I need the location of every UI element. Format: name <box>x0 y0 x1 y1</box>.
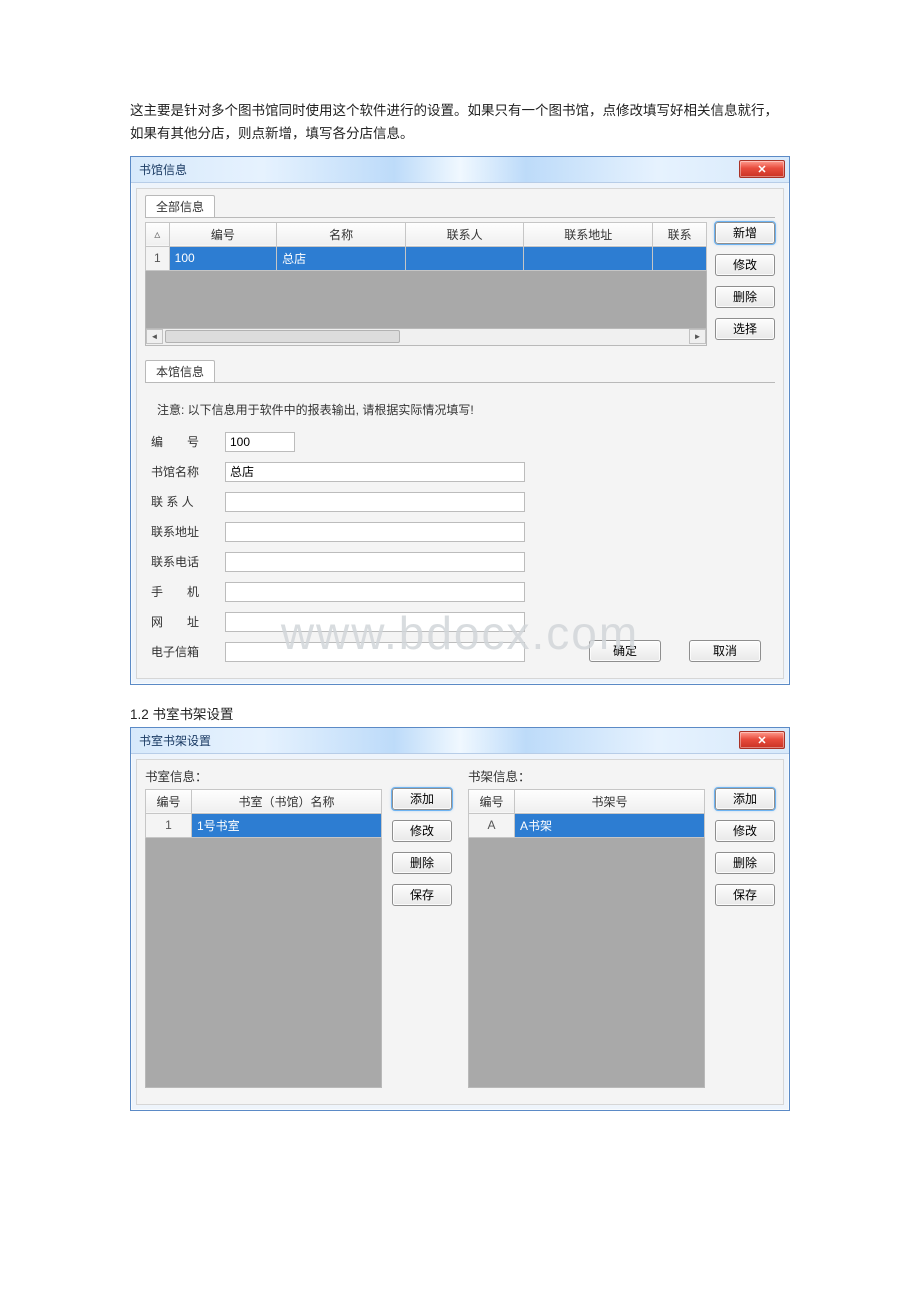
header-shelf-name[interactable]: 书架号 <box>515 789 705 813</box>
table-row[interactable]: A A书架 <box>469 813 705 837</box>
input-url[interactable] <box>225 612 525 632</box>
label-name: 书馆名称 <box>151 463 221 480</box>
shelf-edit-button[interactable]: 修改 <box>715 820 775 842</box>
tab-local-info[interactable]: 本馆信息 <box>145 360 215 382</box>
table-row[interactable]: 1 1号书室 <box>146 813 382 837</box>
cell-address <box>524 246 653 270</box>
header-code[interactable]: 编号 <box>169 222 276 246</box>
room-delete-button[interactable]: 删除 <box>392 852 452 874</box>
window-title: 书馆信息 <box>139 161 187 178</box>
input-contact[interactable] <box>225 492 525 512</box>
row-number: A <box>469 813 515 837</box>
close-icon[interactable]: ✕ <box>739 160 785 178</box>
library-form: 编 号 书馆名称 联 系 人 联系地址 联系电话 手 机 网 址 电子信箱 <box>151 432 775 662</box>
shelf-delete-button[interactable]: 删除 <box>715 852 775 874</box>
room-grid[interactable]: 编号 书室（书馆）名称 1 1号书室 <box>145 789 382 838</box>
table-header-row: ▵ 编号 名称 联系人 联系地址 联系 <box>146 222 707 246</box>
tab-all-info[interactable]: 全部信息 <box>145 195 215 217</box>
room-save-button[interactable]: 保存 <box>392 884 452 906</box>
titlebar[interactable]: 书馆信息 ✕ <box>131 157 789 183</box>
cell-name: 总店 <box>277 246 406 270</box>
header-name[interactable]: 名称 <box>277 222 406 246</box>
shelf-grid[interactable]: 编号 书架号 A A书架 <box>468 789 705 838</box>
cell-contact <box>406 246 524 270</box>
scroll-right-icon[interactable]: ► <box>689 329 706 344</box>
shelf-save-button[interactable]: 保存 <box>715 884 775 906</box>
header-sort-icon[interactable]: ▵ <box>146 222 170 246</box>
label-code: 编 号 <box>151 433 221 450</box>
header-shelf-code[interactable]: 编号 <box>469 789 515 813</box>
window-title: 书室书架设置 <box>139 732 211 749</box>
room-edit-button[interactable]: 修改 <box>392 820 452 842</box>
header-room-name[interactable]: 书室（书馆）名称 <box>192 789 382 813</box>
table-row[interactable]: 1 100 总店 <box>146 246 707 270</box>
cancel-button[interactable]: 取消 <box>689 640 761 662</box>
room-info-label: 书室信息： <box>145 766 382 785</box>
input-phone[interactable] <box>225 552 525 572</box>
grid-empty-area <box>145 271 707 329</box>
select-button[interactable]: 选择 <box>715 318 775 340</box>
shelf-grid-empty-area <box>468 838 705 1088</box>
row-number: 1 <box>146 246 170 270</box>
label-url: 网 址 <box>151 613 221 630</box>
cell-shelf-name: A书架 <box>515 813 705 837</box>
label-contact: 联 系 人 <box>151 493 221 510</box>
header-contact[interactable]: 联系人 <box>406 222 524 246</box>
scroll-thumb[interactable] <box>165 330 400 343</box>
form-notice: 注意: 以下信息用于软件中的报表输出, 请根据实际情况填写! <box>157 401 775 418</box>
input-email[interactable] <box>225 642 525 662</box>
delete-button[interactable]: 删除 <box>715 286 775 308</box>
cell-room-name: 1号书室 <box>192 813 382 837</box>
room-shelf-window: 书室书架设置 ✕ 书室信息： 编号 书室（书馆）名称 <box>130 727 790 1111</box>
input-name[interactable] <box>225 462 525 482</box>
header-address[interactable]: 联系地址 <box>524 222 653 246</box>
scroll-left-icon[interactable]: ◄ <box>146 329 163 344</box>
row-number: 1 <box>146 813 192 837</box>
cell-phone <box>653 246 707 270</box>
input-address[interactable] <box>225 522 525 542</box>
section-1-2: 1.2 书室书架设置 <box>130 703 790 723</box>
edit-button[interactable]: 修改 <box>715 254 775 276</box>
header-phone[interactable]: 联系 <box>653 222 707 246</box>
intro-text: 这主要是针对多个图书馆同时使用这个软件进行的设置。如果只有一个图书馆，点修改填写… <box>130 100 790 146</box>
input-code[interactable] <box>225 432 295 452</box>
close-icon[interactable]: ✕ <box>739 731 785 749</box>
room-add-button[interactable]: 添加 <box>392 788 452 810</box>
ok-button[interactable]: 确定 <box>589 640 661 662</box>
library-grid[interactable]: ▵ 编号 名称 联系人 联系地址 联系 1 100 <box>145 222 707 271</box>
table-header-row: 编号 书室（书馆）名称 <box>146 789 382 813</box>
cell-code: 100 <box>169 246 276 270</box>
table-header-row: 编号 书架号 <box>469 789 705 813</box>
label-email: 电子信箱 <box>151 643 221 660</box>
label-phone: 联系电话 <box>151 553 221 570</box>
shelf-info-label: 书架信息： <box>468 766 705 785</box>
library-info-window: 书馆信息 ✕ 全部信息 ▵ 编号 <box>130 156 790 685</box>
add-button[interactable]: 新增 <box>715 222 775 244</box>
label-mobile: 手 机 <box>151 583 221 600</box>
titlebar[interactable]: 书室书架设置 ✕ <box>131 728 789 754</box>
room-grid-empty-area <box>145 838 382 1088</box>
horizontal-scrollbar[interactable]: ◄ ► <box>145 329 707 346</box>
label-address: 联系地址 <box>151 523 221 540</box>
input-mobile[interactable] <box>225 582 525 602</box>
header-room-code[interactable]: 编号 <box>146 789 192 813</box>
shelf-add-button[interactable]: 添加 <box>715 788 775 810</box>
